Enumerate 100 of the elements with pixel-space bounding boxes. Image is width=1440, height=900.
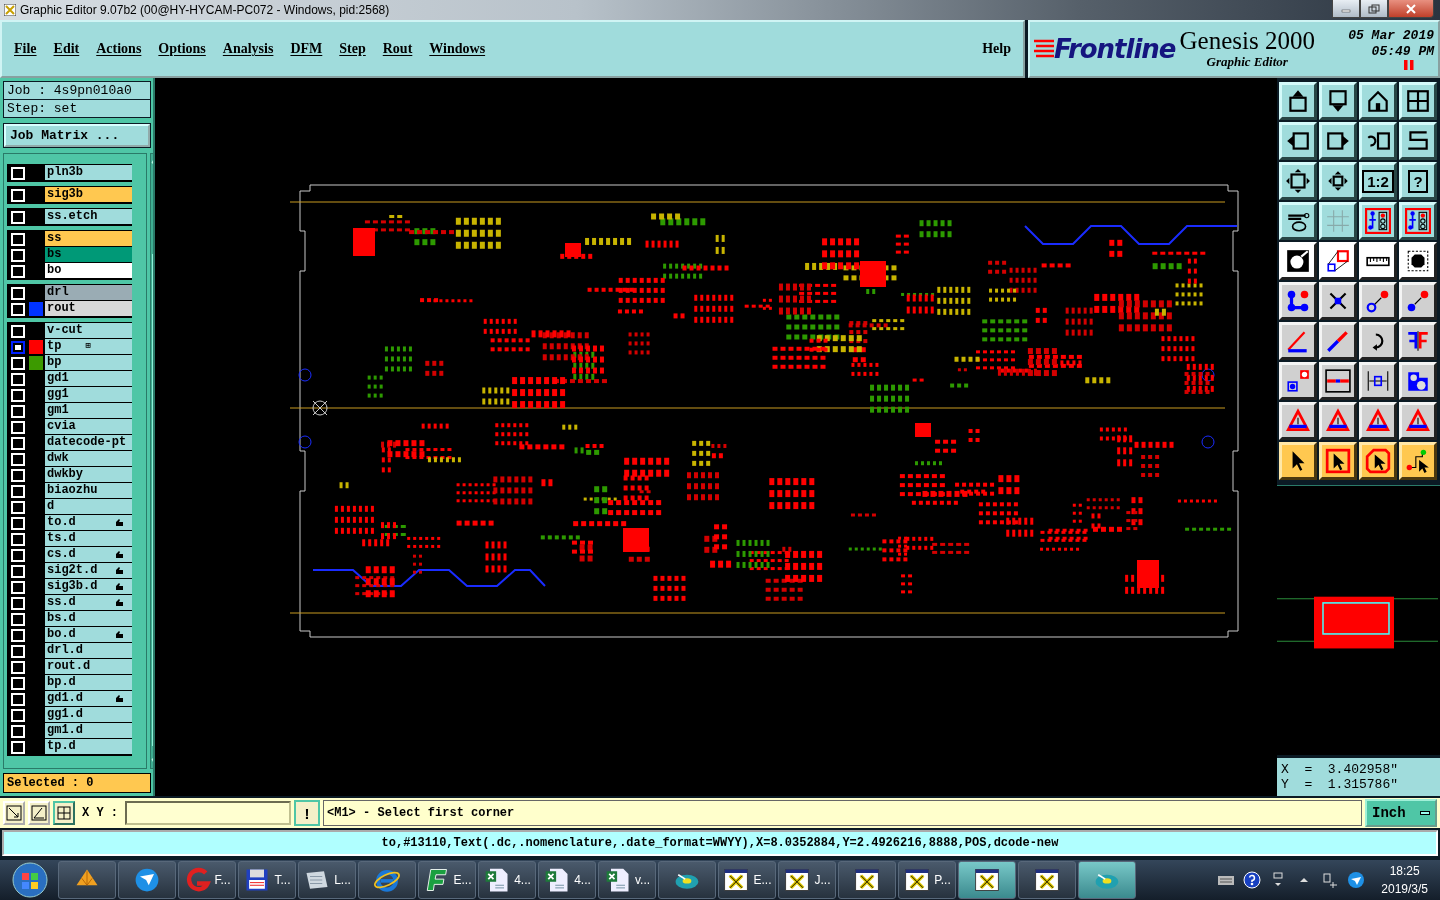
taskbar-button[interactable]	[658, 861, 716, 899]
layer-name[interactable]: v-cut	[45, 323, 133, 338]
taskbar-button[interactable]	[358, 861, 416, 899]
toolbar-button[interactable]	[1399, 122, 1437, 160]
toolbar-button[interactable]	[1319, 402, 1357, 440]
layer-name[interactable]: biaozhu	[45, 483, 133, 498]
layer-name[interactable]: bs	[45, 247, 133, 262]
toolbar-button[interactable]	[1399, 402, 1437, 440]
layer-name[interactable]: gm1	[45, 403, 133, 418]
layer-name[interactable]: datecode-pt	[45, 435, 133, 450]
close-button[interactable]	[1388, 0, 1434, 18]
restore-button[interactable]	[1360, 0, 1388, 18]
help-icon[interactable]	[1243, 871, 1262, 889]
toolbar-button[interactable]	[1279, 202, 1317, 240]
taskbar-button[interactable]: L...	[298, 861, 356, 899]
toolbar-button[interactable]	[1359, 82, 1397, 120]
layer-name[interactable]: gg1	[45, 387, 133, 402]
layer-name[interactable]: gm1.d	[45, 723, 133, 738]
alert-button[interactable]: !	[294, 800, 320, 826]
layer-name[interactable]: cs.d	[45, 547, 133, 562]
layer-name[interactable]: bp	[45, 355, 133, 370]
snap-button[interactable]	[3, 801, 25, 825]
toolbar-button[interactable]	[1399, 322, 1437, 360]
layer-name[interactable]: ss.etch	[45, 209, 133, 224]
menu-item[interactable]: Step	[339, 41, 366, 57]
toolbar-button[interactable]	[1279, 282, 1317, 320]
layer-name[interactable]: tp.d	[45, 739, 133, 754]
layer-name[interactable]: bo.d	[45, 627, 133, 642]
toolbar-button[interactable]	[1279, 322, 1317, 360]
layer-name[interactable]: drl	[45, 285, 133, 300]
menu-item[interactable]: Rout	[382, 41, 413, 57]
layer-name[interactable]: sig3b.d	[45, 579, 133, 594]
menu-item[interactable]: Options	[158, 41, 206, 57]
toolbar-button[interactable]	[1359, 202, 1397, 240]
toolbar-button[interactable]	[1359, 282, 1397, 320]
toolbar-button[interactable]	[1319, 202, 1357, 240]
taskbar-button[interactable]	[58, 861, 116, 899]
taskbar-button[interactable]: E...	[718, 861, 776, 899]
layer-name[interactable]: bo	[45, 263, 133, 278]
layer-name[interactable]: gg1.d	[45, 707, 133, 722]
toolbar-button[interactable]	[1399, 202, 1437, 240]
layer-name[interactable]: gd1	[45, 371, 133, 386]
layer-name[interactable]: d	[45, 499, 133, 514]
toolbar-button[interactable]	[1319, 122, 1357, 160]
taskbar-button[interactable]: J...	[778, 861, 836, 899]
help-menu[interactable]: Help	[982, 41, 1011, 57]
taskbar-button[interactable]: F...	[178, 861, 236, 899]
taskbar-button[interactable]	[1018, 861, 1076, 899]
toolbar-button[interactable]	[1319, 442, 1357, 480]
toolbar-button[interactable]	[1359, 362, 1397, 400]
grid-button[interactable]	[53, 801, 75, 825]
menu-item[interactable]: DFM	[290, 41, 323, 57]
toolbar-button[interactable]	[1359, 402, 1397, 440]
taskbar-button[interactable]: T...	[238, 861, 296, 899]
layer-name[interactable]: bs.d	[45, 611, 133, 626]
toolbar-button[interactable]	[1359, 322, 1397, 360]
layer-checkbox[interactable]	[11, 340, 25, 354]
toolbar-button[interactable]	[1319, 282, 1357, 320]
network-icon[interactable]	[1321, 871, 1340, 889]
toolbar-button[interactable]: ?	[1399, 162, 1437, 200]
minimize-button[interactable]	[1332, 0, 1360, 18]
taskbar-button[interactable]: 4...	[478, 861, 536, 899]
toolbar-button[interactable]	[1279, 402, 1317, 440]
menu-item[interactable]: Actions	[96, 41, 142, 57]
taskbar-button[interactable]	[838, 861, 896, 899]
toolbar-button[interactable]	[1359, 442, 1397, 480]
menu-item[interactable]: Analysis	[222, 41, 274, 57]
taskbar-button[interactable]: E...	[418, 861, 476, 899]
layer-name[interactable]: cvia	[45, 419, 133, 434]
taskbar-button[interactable]: 4...	[538, 861, 596, 899]
menu-item[interactable]: Edit	[53, 41, 80, 57]
taskbar-button[interactable]	[118, 861, 176, 899]
job-matrix-button[interactable]: Job Matrix ...	[4, 124, 150, 147]
layer-name[interactable]: tp ⊞	[45, 339, 133, 354]
layer-name[interactable]: bp.d	[45, 675, 133, 690]
taskbar-button[interactable]	[958, 861, 1016, 899]
toolbar-button[interactable]	[1399, 442, 1437, 480]
toolbar-button[interactable]	[1319, 322, 1357, 360]
layer-name[interactable]: ts.d	[45, 531, 133, 546]
toolbar-button[interactable]	[1319, 82, 1357, 120]
layer-name[interactable]: sig2t.d	[45, 563, 133, 578]
layer-name[interactable]: rout	[45, 301, 133, 316]
taskbar-button[interactable]: P...	[898, 861, 956, 899]
layer-name[interactable]: drl.d	[45, 643, 133, 658]
toolbar-button[interactable]	[1399, 82, 1437, 120]
menu-item[interactable]: File	[14, 41, 37, 57]
layer-name[interactable]: dwkby	[45, 467, 133, 482]
toolbar-button[interactable]	[1279, 162, 1317, 200]
layer-name[interactable]: ss	[45, 231, 133, 246]
toolbar-button[interactable]	[1399, 282, 1437, 320]
layer-name[interactable]: ss.d	[45, 595, 133, 610]
toolbar-button[interactable]	[1279, 122, 1317, 160]
layer-name[interactable]: gd1.d	[45, 691, 133, 706]
toolbar-button[interactable]: 1:2	[1359, 162, 1397, 200]
units-button[interactable]: Inch	[1365, 799, 1437, 827]
toolbar-button[interactable]	[1319, 162, 1357, 200]
taskbar-button[interactable]: v...	[598, 861, 656, 899]
bird-icon[interactable]	[1347, 871, 1366, 889]
toolbar-button[interactable]	[1359, 122, 1397, 160]
toolbar-button[interactable]	[1279, 442, 1317, 480]
